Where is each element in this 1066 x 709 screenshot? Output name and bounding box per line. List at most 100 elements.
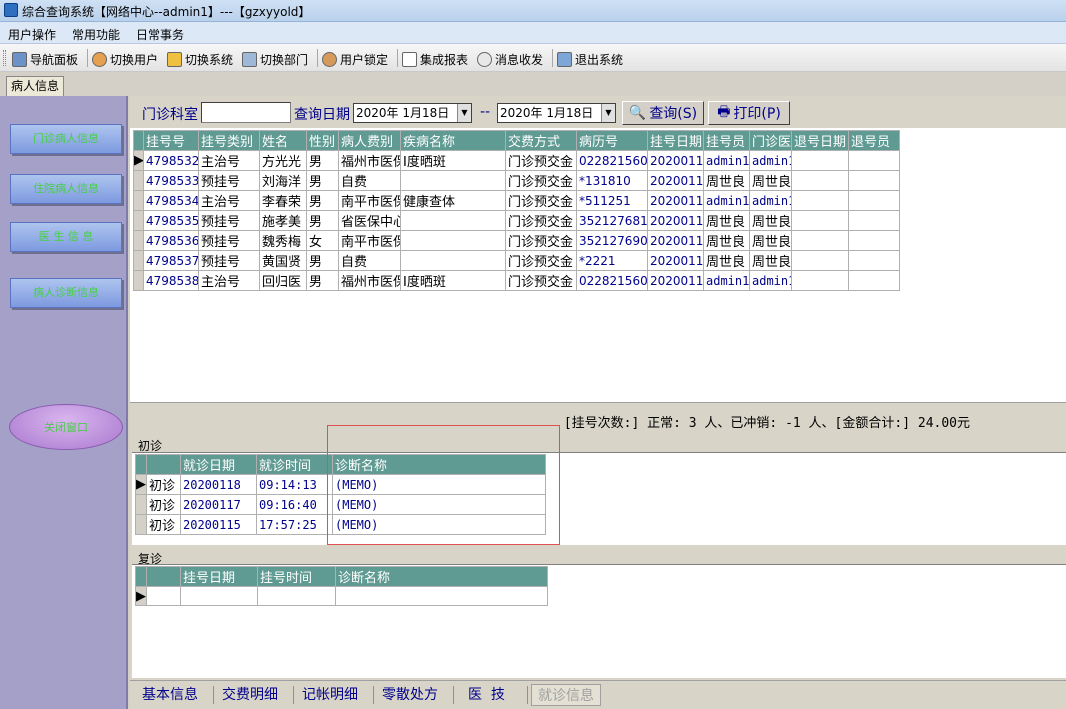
corner-cell	[133, 130, 144, 151]
grid-cell: admin1	[749, 190, 792, 211]
column-header[interactable]: 挂号类别	[198, 130, 260, 151]
column-header[interactable]: 疾病名称	[400, 130, 506, 151]
messages-label: 消息收发	[495, 52, 544, 67]
grid-cell: 4798538	[143, 270, 199, 291]
nav-diagnosis-info[interactable]: 病人诊断信息	[10, 278, 122, 308]
row-selector-icon[interactable]: ▶	[135, 586, 147, 606]
row-selector[interactable]	[135, 494, 147, 515]
row-selector[interactable]	[133, 210, 144, 231]
column-header[interactable]: 退号员	[848, 130, 900, 151]
table-row[interactable]: 4798535预挂号施孝美男省医保中心 门诊预交金3521276810202001…	[133, 210, 900, 231]
table-row[interactable]: ▶	[135, 586, 548, 606]
integrated-report-label: 集成报表	[420, 52, 469, 67]
menu-user-ops[interactable]: 用户操作	[8, 26, 56, 43]
grid-cell: admin1	[703, 270, 750, 291]
date-to-picker[interactable]: 2020年 1月18日 ▼	[497, 103, 616, 123]
row-selector[interactable]	[133, 250, 144, 271]
grid-cell: 男	[306, 170, 339, 191]
column-header[interactable]: 挂号日期	[180, 566, 258, 587]
tab-medical-tech[interactable]: 医 技	[468, 684, 505, 706]
table-row[interactable]: 4798536预挂号魏秀梅女南平市医保 门诊预交金3521276908202001…	[133, 230, 900, 251]
app-icon	[4, 3, 18, 17]
grid-cell: 初诊	[146, 514, 181, 535]
column-header[interactable]: 门诊医生	[749, 130, 792, 151]
user-lock-button[interactable]: 用户锁定	[322, 50, 388, 68]
nav-inpatient-info[interactable]: 住院病人信息	[10, 174, 122, 204]
grid-cell: 男	[306, 210, 339, 231]
tab-separator	[527, 686, 528, 704]
column-header[interactable]: 就诊时间	[256, 454, 333, 475]
tab-prescriptions[interactable]: 零散处方	[382, 684, 438, 706]
grid-cell: 周世良	[749, 230, 792, 251]
grid-cell: 初诊	[146, 474, 181, 495]
row-selector[interactable]	[133, 170, 144, 191]
switch-user-button[interactable]: 切换用户	[92, 50, 158, 68]
row-selector-icon[interactable]: ▶	[135, 474, 147, 495]
column-header[interactable]: 病历号	[576, 130, 648, 151]
grid-cell	[400, 170, 506, 191]
exit-system-button[interactable]: 退出系统	[557, 50, 623, 68]
row-selector[interactable]	[133, 190, 144, 211]
column-header[interactable]: 性别	[306, 130, 339, 151]
dropdown-arrow-icon[interactable]: ▼	[601, 104, 615, 122]
tab-patient-info[interactable]: 病人信息	[6, 76, 64, 96]
table-row[interactable]: 4798538主治号回归医男福州市医保Ⅰ度晒斑门诊预交金022821560020…	[133, 270, 900, 291]
grid-cell: 4798534	[143, 190, 199, 211]
messages-button[interactable]: 消息收发	[477, 50, 543, 68]
menu-common-functions[interactable]: 常用功能	[72, 26, 120, 43]
column-header[interactable]: 就诊日期	[180, 454, 257, 475]
table-row[interactable]: ▶4798532主治号方光光男福州市医保Ⅰ度晒斑门诊预交金02282156002…	[133, 150, 900, 171]
integrated-report-button[interactable]: 集成报表	[402, 50, 468, 68]
grid-cell	[848, 210, 900, 231]
column-header[interactable]	[146, 454, 181, 475]
column-header[interactable]: 退号日期	[791, 130, 849, 151]
grid-cell: 20200118	[180, 474, 257, 495]
column-header[interactable]: 交费方式	[505, 130, 577, 151]
menu-daily-tasks[interactable]: 日常事务	[136, 26, 184, 43]
document-tab-row: 病人信息	[0, 72, 1066, 96]
query-button[interactable]: 🔍 查询(S)	[622, 101, 704, 125]
grid-cell: 施孝美	[259, 210, 307, 231]
row-selector[interactable]	[135, 514, 147, 535]
row-selector-icon[interactable]: ▶	[133, 150, 144, 171]
column-header[interactable]	[146, 566, 181, 587]
date-separator: --	[480, 104, 491, 120]
column-header[interactable]: 病人费别	[338, 130, 401, 151]
main-content: 门诊科室 查询日期 2020年 1月18日 ▼ -- 2020年 1月18日 ▼ 🔍…	[130, 96, 1066, 709]
column-header[interactable]: 姓名	[259, 130, 307, 151]
dept-input[interactable]	[201, 102, 291, 123]
switch-dept-button[interactable]: 切换部门	[242, 50, 308, 68]
grid-cell: 4798536	[143, 230, 199, 251]
switch-system-button[interactable]: 切换系统	[167, 50, 233, 68]
switch-user-label: 切换用户	[110, 52, 159, 67]
column-header[interactable]: 挂号日期	[647, 130, 704, 151]
tab-separator	[453, 686, 454, 704]
table-row[interactable]: 4798533预挂号刘海洋男自费门诊预交金*13181020200118周世良周…	[133, 170, 900, 191]
column-header[interactable]: 诊断名称	[335, 566, 548, 587]
tab-basic-info[interactable]: 基本信息	[142, 684, 198, 706]
row-selector[interactable]	[133, 230, 144, 251]
tab-visit-info[interactable]: 就诊信息	[531, 684, 601, 706]
print-button[interactable]: 🖶 打印(P)	[708, 101, 790, 125]
date-from-picker[interactable]: 2020年 1月18日 ▼	[353, 103, 472, 123]
nav-panel-button[interactable]: 导航面板	[12, 50, 78, 68]
grid-cell: 刘海洋	[259, 170, 307, 191]
table-row[interactable]: 4798537预挂号黄国贤男自费门诊预交金*222120200118周世良周世良	[133, 250, 900, 271]
table-row[interactable]: 4798534 主治号 李春荣男南平市医保 健康查体 门诊预交金 *511251 20200…	[133, 190, 900, 211]
row-selector[interactable]	[133, 270, 144, 291]
close-window-button[interactable]: 关闭窗口	[9, 404, 123, 450]
dropdown-arrow-icon[interactable]: ▼	[457, 104, 471, 122]
tab-payment-details[interactable]: 交费明细	[222, 684, 278, 706]
nav-outpatient-info[interactable]: 门诊病人信息	[10, 124, 122, 154]
column-header[interactable]: 挂号员	[703, 130, 750, 151]
column-header[interactable]: 挂号时间	[257, 566, 336, 587]
grid-cell: *131810	[576, 170, 648, 191]
column-header[interactable]: 挂号号	[143, 130, 199, 151]
tab-account-details[interactable]: 记帐明细	[302, 684, 358, 706]
grid-cell: 门诊预交金	[505, 210, 577, 231]
toolbar-grip[interactable]	[3, 50, 6, 66]
nav-doctor-info[interactable]: 医 生 信 息	[10, 222, 122, 252]
grid-cell: 20200118	[647, 150, 704, 171]
grid-cell: 09:14:13	[256, 474, 333, 495]
grid-cell: admin1	[749, 150, 792, 171]
